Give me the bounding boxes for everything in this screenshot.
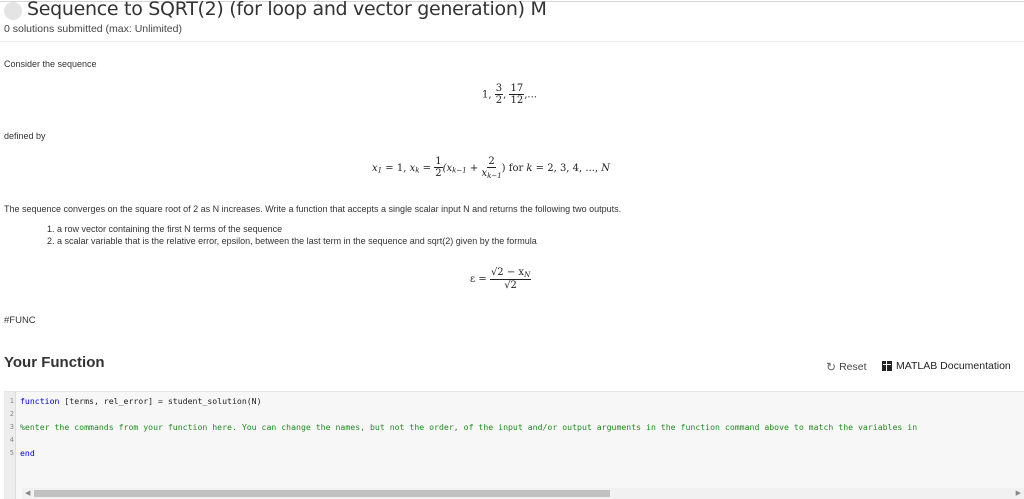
your-function-heading: Your Function <box>4 354 105 371</box>
problem-description: The sequence converges on the square roo… <box>4 204 622 214</box>
func-tag: #FUNC <box>4 315 36 326</box>
page-title: Sequence to SQRT(2) (for loop and vector… <box>27 0 547 20</box>
reset-button[interactable]: ↻ Reset <box>826 360 867 374</box>
scroll-right-icon[interactable]: ▶ <box>1016 489 1021 497</box>
scrollbar-thumb[interactable] <box>34 490 610 497</box>
matlab-documentation-link[interactable]: MATLAB Documentation <box>882 360 1011 372</box>
matlab-documentation-label: MATLAB Documentation <box>896 360 1011 372</box>
epsilon-formula: ε = √2 − xN √2 <box>470 267 532 291</box>
reset-label: Reset <box>839 361 867 373</box>
sequence-first-term: 1, <box>482 89 492 101</box>
code-editor[interactable]: 1 function [terms, rel_error] = student_… <box>4 391 1024 499</box>
defined-by-text: defined by <box>4 131 46 141</box>
book-icon <box>882 361 892 371</box>
sequence-fraction-1: 32 <box>494 83 504 106</box>
keyword-end: end <box>20 448 35 458</box>
output-item-2: 2. a scalar variable that is the relativ… <box>47 236 537 246</box>
horizontal-scrollbar[interactable]: ◀ ▶ <box>22 488 1024 499</box>
keyword-function: function <box>20 396 60 406</box>
scroll-left-icon[interactable]: ◀ <box>25 489 30 497</box>
code-comment: %enter the commands from your function h… <box>20 422 918 432</box>
sequence-formula: 1, 32, 17 12,... <box>482 83 537 106</box>
submission-count: 0 solutions submitted (max: Unlimited) <box>4 23 182 35</box>
refresh-icon: ↻ <box>826 360 837 374</box>
sequence-fraction-2: 17 12 <box>509 83 525 106</box>
header-divider <box>0 41 1024 42</box>
consider-text: Consider the sequence <box>4 59 97 69</box>
recurrence-formula: x1 = 1, xk = 1 2 (xk−1 + 2 xk−1) for k = 2,… <box>372 156 611 180</box>
status-indicator-icon <box>4 2 22 20</box>
output-item-1: 1. a row vector containing the first N t… <box>47 224 283 234</box>
